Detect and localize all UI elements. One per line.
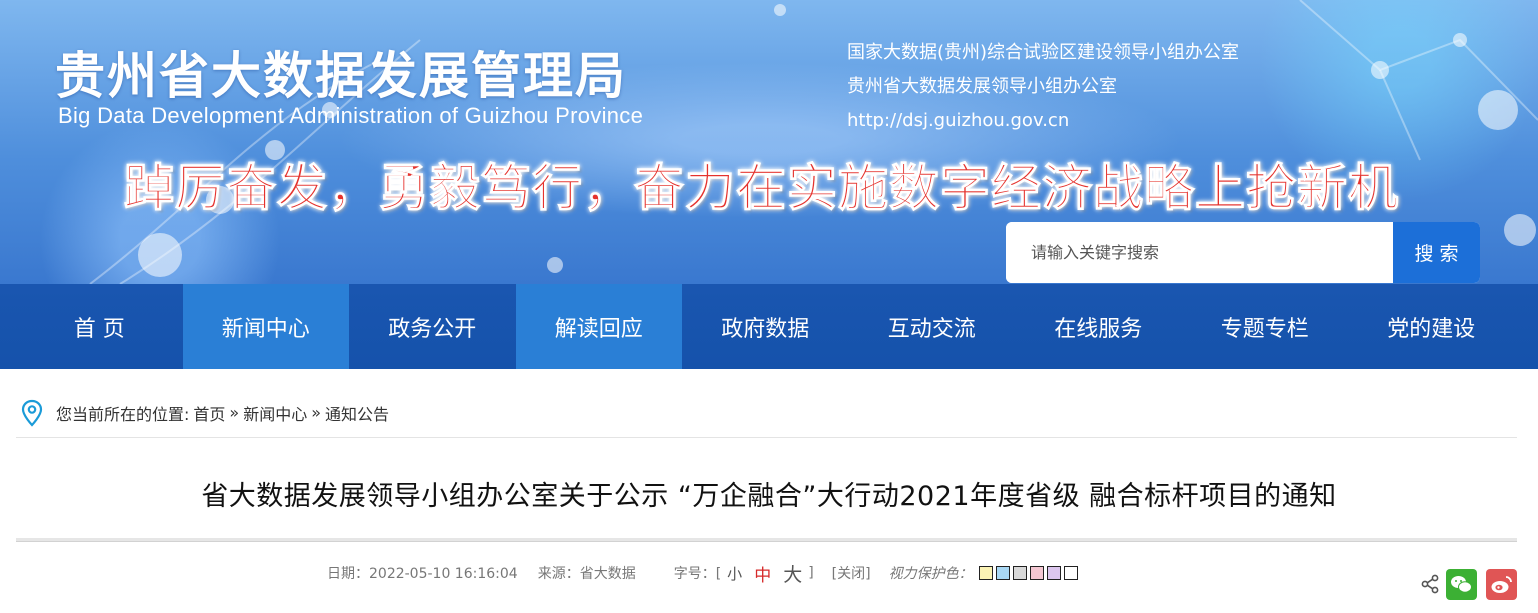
- eye-color-gray[interactable]: [1012, 566, 1027, 580]
- info-line-office-2: 贵州省大数据发展领导小组办公室: [847, 76, 1117, 97]
- header-banner: 贵州省大数据发展管理局 Big Data Development Adminis…: [0, 0, 1538, 284]
- breadcrumb: 您当前所在的位置: 首页 » 新闻中心 » 通知公告: [16, 388, 1517, 438]
- wechat-icon[interactable]: [1446, 569, 1477, 600]
- breadcrumb-prefix: 您当前所在的位置:: [56, 404, 190, 424]
- search-button[interactable]: 搜 索: [1393, 222, 1480, 283]
- eye-color-yellow[interactable]: [978, 566, 993, 580]
- font-size-medium-button[interactable]: 中: [754, 561, 771, 586]
- nav-item-gov-affairs[interactable]: 政务公开: [349, 284, 516, 369]
- eye-protect-label: 视力保护色：: [888, 566, 973, 582]
- info-line-office-1: 国家大数据(贵州)综合试验区建设领导小组办公室: [847, 42, 1240, 63]
- eye-color-blue[interactable]: [995, 566, 1010, 580]
- eye-color-purple[interactable]: [1046, 566, 1061, 580]
- nav-item-home[interactable]: 首 页: [16, 284, 183, 369]
- article-source: 来源：省大数据: [537, 566, 636, 582]
- nav-item-gov-data[interactable]: 政府数据: [682, 284, 849, 369]
- publish-date: 日期：2022-05-10 16:16:04: [327, 566, 518, 582]
- site-title: 贵州省大数据发展管理局: [55, 47, 627, 105]
- close-page-link[interactable]: [关闭]: [832, 563, 871, 583]
- breadcrumb-separator: »: [229, 403, 240, 422]
- nav-item-interaction[interactable]: 互动交流: [849, 284, 1016, 369]
- nav-item-interpretation[interactable]: 解读回应: [515, 284, 682, 369]
- nav-item-special-topics[interactable]: 专题专栏: [1182, 284, 1349, 369]
- search-input[interactable]: [1006, 222, 1393, 283]
- info-line-url[interactable]: http://dsj.guizhou.gov.cn: [847, 104, 1239, 138]
- article-title: 省大数据发展领导小组办公室关于公示 “万企融合”大行动2021年度省级 融合标杆…: [201, 481, 1337, 512]
- search-box: 搜 索: [1006, 222, 1480, 283]
- eye-color-pink[interactable]: [1029, 566, 1044, 580]
- font-size-label: 字号：[: [673, 566, 722, 582]
- breadcrumb-news[interactable]: 新闻中心: [243, 401, 307, 425]
- eye-color-white[interactable]: [1063, 566, 1078, 580]
- location-pin-icon: [21, 399, 43, 427]
- title-divider: [16, 538, 1517, 542]
- nav-item-online-service[interactable]: 在线服务: [1015, 284, 1182, 369]
- main-nav: 首 页 新闻中心 政务公开 解读回应 政府数据 互动交流 在线服务 专题专栏 党…: [0, 284, 1538, 369]
- header-info: 国家大数据(贵州)综合试验区建设领导小组办公室 贵州省大数据发展领导小组办公室 …: [847, 36, 1239, 138]
- site-subtitle: Big Data Development Administration of G…: [58, 103, 644, 128]
- font-size-large-button[interactable]: 大: [783, 560, 802, 587]
- breadcrumb-notices[interactable]: 通知公告: [325, 401, 389, 425]
- article-meta: 日期：2022-05-10 16:16:04 来源：省大数据 字号：[ 小 中 …: [327, 561, 1081, 586]
- breadcrumb-separator: »: [311, 403, 322, 422]
- nav-item-party-building[interactable]: 党的建设: [1348, 284, 1515, 369]
- slogan: 踔厉奋发，勇毅笃行，奋力在实施数字经济战略上抢新机: [124, 159, 1399, 218]
- share-icon[interactable]: [1420, 574, 1440, 594]
- font-size-close-bracket: ]: [808, 565, 814, 581]
- nav-item-news[interactable]: 新闻中心: [182, 284, 349, 369]
- weibo-icon[interactable]: [1486, 569, 1517, 600]
- breadcrumb-home[interactable]: 首页: [193, 401, 225, 425]
- font-size-small-button[interactable]: 小: [727, 563, 742, 584]
